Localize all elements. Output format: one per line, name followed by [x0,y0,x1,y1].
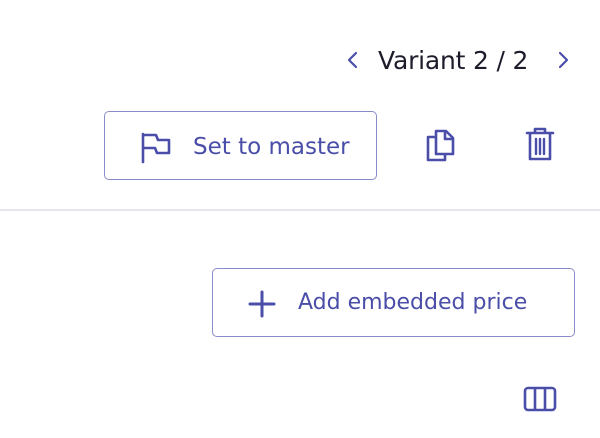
add-embedded-price-label: Add embedded price [298,290,528,315]
chevron-left-icon[interactable] [343,50,363,70]
flag-icon [139,132,173,164]
plus-icon [247,289,277,319]
columns-button[interactable] [520,383,560,419]
add-embedded-price-button[interactable]: Add embedded price [212,268,575,337]
delete-button[interactable] [520,124,560,168]
variant-pager: Variant 2 / 2 [340,42,580,80]
columns-icon [523,385,557,417]
chevron-right-icon[interactable] [553,50,573,70]
set-to-master-button[interactable]: Set to master [104,111,377,180]
copy-button[interactable] [420,126,460,168]
variant-label: Variant 2 / 2 [378,46,529,75]
trash-icon [525,126,555,166]
section-divider [0,209,600,211]
set-to-master-label: Set to master [193,134,350,160]
copy-icon [424,127,456,167]
